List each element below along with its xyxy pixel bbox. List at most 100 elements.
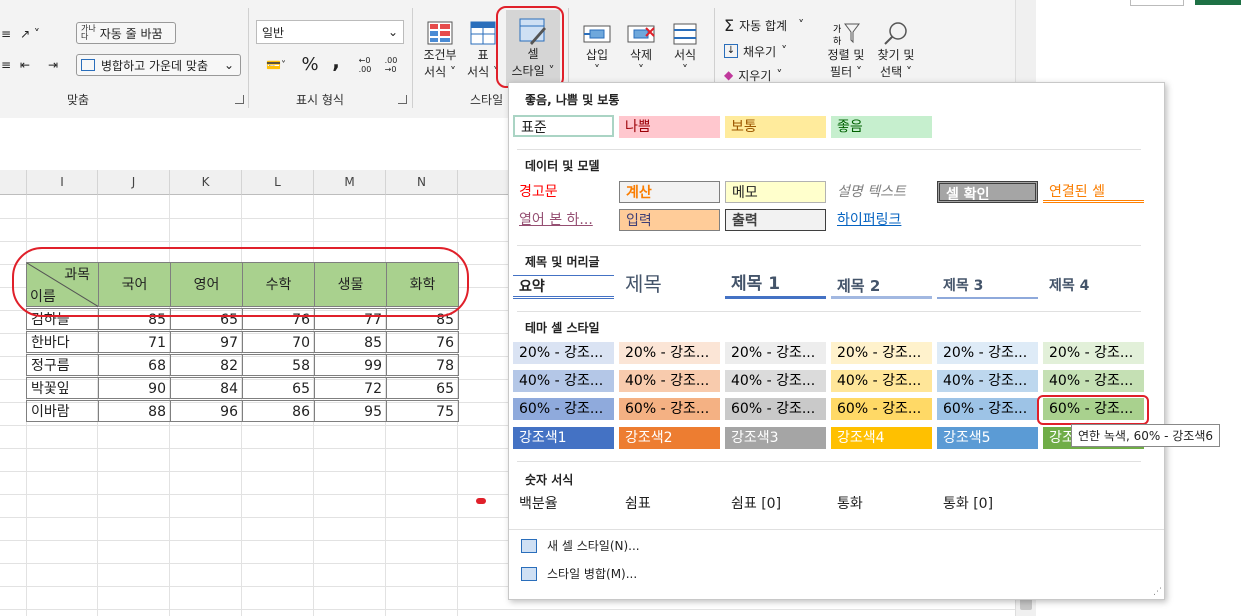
score-cell[interactable]: 70	[242, 331, 315, 353]
column-header-j[interactable]: J	[98, 170, 170, 195]
style-warning[interactable]: 경고문	[513, 181, 614, 203]
score-cell[interactable]: 58	[242, 354, 315, 376]
style-theme-60-1[interactable]: 60% - 강조...	[513, 398, 614, 420]
style-heading-2[interactable]: 제목 2	[831, 275, 932, 299]
column-header-o[interactable]	[458, 170, 509, 195]
resize-grip-icon[interactable]: ⋰	[1153, 587, 1162, 597]
score-cell[interactable]: 96	[170, 400, 243, 422]
style-bad[interactable]: 나쁨	[619, 116, 720, 138]
style-theme-60-4[interactable]: 60% - 강조...	[831, 398, 932, 420]
style-theme-40-3[interactable]: 40% - 강조...	[725, 370, 826, 392]
style-total[interactable]: 요약	[513, 275, 614, 299]
merge-center-button[interactable]: 병합하고 가운데 맞춤 ⌄	[76, 54, 241, 76]
style-theme-40-6[interactable]: 40% - 강조...	[1043, 370, 1144, 392]
style-good[interactable]: 좋음	[831, 116, 932, 138]
name-cell[interactable]: 정구름	[26, 354, 99, 376]
column-header-n[interactable]: N	[386, 170, 458, 195]
score-cell[interactable]: 82	[170, 354, 243, 376]
column-header-m[interactable]: M	[314, 170, 386, 195]
style-currency-0[interactable]: 통화 [0]	[937, 493, 1038, 515]
style-theme-20-1[interactable]: 20% - 강조...	[513, 342, 614, 364]
align-launcher-icon[interactable]	[235, 95, 244, 104]
percent-button[interactable]: %	[298, 53, 322, 75]
style-explanatory[interactable]: 설명 텍스트	[831, 181, 932, 203]
style-theme-60-2[interactable]: 60% - 강조...	[619, 398, 720, 420]
style-followed-hyperlink[interactable]: 열어 본 하...	[513, 209, 614, 231]
style-normal[interactable]: 표준	[513, 115, 614, 137]
align-icon[interactable]: ≡	[0, 24, 12, 44]
column-header-i[interactable]: I	[27, 170, 98, 195]
decrease-decimal-button[interactable]: .00 →0	[380, 54, 402, 76]
style-output[interactable]: 출력	[725, 209, 826, 231]
style-comma[interactable]: 쉼표	[619, 493, 720, 515]
autosum-button[interactable]: Σ 자동 합계 ˅	[724, 14, 820, 36]
column-header-k[interactable]: K	[170, 170, 242, 195]
style-theme-accent-5[interactable]: 강조색5	[937, 427, 1038, 449]
score-cell[interactable]: 88	[98, 400, 171, 422]
new-cell-style-item[interactable]: 새 셀 스타일(N)...	[521, 537, 640, 554]
score-cell[interactable]: 90	[98, 377, 171, 399]
name-cell[interactable]: 이바람	[26, 400, 99, 422]
comma-button[interactable]: ,	[326, 49, 346, 73]
style-theme-60-5[interactable]: 60% - 강조...	[937, 398, 1038, 420]
style-theme-accent-2[interactable]: 강조색2	[619, 427, 720, 449]
format-cells-button[interactable]: 서식 ˅	[664, 16, 706, 82]
find-select-button[interactable]: 찾기 및 선택 ˅	[872, 16, 920, 84]
score-cell[interactable]: 86	[242, 400, 315, 422]
score-cell[interactable]: 99	[314, 354, 387, 376]
column-header-prev[interactable]	[0, 170, 27, 195]
score-cell[interactable]: 75	[386, 400, 459, 422]
style-theme-20-2[interactable]: 20% - 강조...	[619, 342, 720, 364]
score-cell[interactable]: 68	[98, 354, 171, 376]
style-linked-cell[interactable]: 연결된 셀	[1043, 181, 1144, 203]
style-theme-40-1[interactable]: 40% - 강조...	[513, 370, 614, 392]
style-comma-0[interactable]: 쉼표 [0]	[725, 493, 826, 515]
orientation-icon[interactable]: ↗ ˅	[14, 24, 46, 44]
style-theme-accent-3[interactable]: 강조색3	[725, 427, 826, 449]
score-cell[interactable]: 65	[386, 377, 459, 399]
number-format-select[interactable]: 일반 ⌄	[256, 20, 404, 44]
style-theme-20-5[interactable]: 20% - 강조...	[937, 342, 1038, 364]
score-cell[interactable]: 65	[242, 377, 315, 399]
style-hyperlink[interactable]: 하이퍼링크	[831, 209, 932, 231]
indent-icon[interactable]: ⇤	[14, 55, 36, 75]
name-cell[interactable]: 박꽃잎	[26, 377, 99, 399]
style-theme-40-5[interactable]: 40% - 강조...	[937, 370, 1038, 392]
style-theme-40-2[interactable]: 40% - 강조...	[619, 370, 720, 392]
style-theme-20-6[interactable]: 20% - 강조...	[1043, 342, 1144, 364]
style-heading-3[interactable]: 제목 3	[937, 275, 1038, 299]
score-cell[interactable]: 72	[314, 377, 387, 399]
score-cell[interactable]: 97	[170, 331, 243, 353]
style-theme-40-4[interactable]: 40% - 강조...	[831, 370, 932, 392]
conditional-format-button[interactable]: 조건부 서식 ˅	[419, 16, 461, 84]
sort-filter-button[interactable]: 가 하 정렬 및 필터 ˅	[822, 16, 870, 84]
increase-indent-icon[interactable]: ⇥	[42, 55, 64, 75]
increase-decimal-button[interactable]: ←0.00	[354, 54, 376, 76]
style-theme-20-3[interactable]: 20% - 강조...	[725, 342, 826, 364]
style-heading-1[interactable]: 제목 1	[725, 273, 826, 299]
style-theme-20-4[interactable]: 20% - 강조...	[831, 342, 932, 364]
style-title[interactable]: 제목	[619, 271, 720, 297]
score-cell[interactable]: 85	[314, 331, 387, 353]
merge-styles-item[interactable]: 스타일 병합(M)...	[521, 565, 637, 582]
score-cell[interactable]: 95	[314, 400, 387, 422]
style-input[interactable]: 입력	[619, 209, 720, 231]
delete-cells-button[interactable]: 삭제 ˅	[620, 16, 662, 82]
style-note[interactable]: 메모	[725, 181, 826, 203]
score-cell[interactable]: 78	[386, 354, 459, 376]
score-cell[interactable]: 76	[386, 331, 459, 353]
style-check-cell[interactable]: 셀 확인	[937, 181, 1038, 203]
accounting-format-button[interactable]: 💳 ˅	[258, 55, 294, 75]
insert-cells-button[interactable]: 삽입 ˅	[576, 16, 618, 82]
style-percent[interactable]: 백분율	[513, 493, 614, 515]
style-currency[interactable]: 통화	[831, 493, 932, 515]
style-neutral[interactable]: 보통	[725, 116, 826, 138]
style-calculation[interactable]: 계산	[619, 181, 720, 203]
score-cell[interactable]: 71	[98, 331, 171, 353]
style-theme-60-3[interactable]: 60% - 강조...	[725, 398, 826, 420]
window-button[interactable]	[1130, 0, 1184, 6]
name-cell[interactable]: 한바다	[26, 331, 99, 353]
wrap-text-button[interactable]: 가나 다 자동 줄 바꿈	[76, 22, 176, 44]
decrease-indent-icon[interactable]: ≡	[0, 55, 12, 75]
style-theme-accent-4[interactable]: 강조색4	[831, 427, 932, 449]
